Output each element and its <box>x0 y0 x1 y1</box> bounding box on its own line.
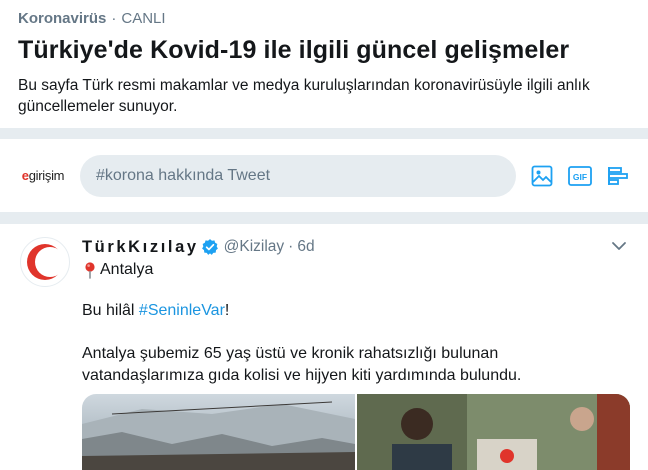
gif-icon-label: GIF <box>573 172 587 182</box>
page: Koronavirüs · CANLI Türkiye'de Kovid-19 … <box>0 0 648 470</box>
compose-toolbar: GIF <box>530 164 630 188</box>
verified-badge-icon <box>201 239 218 255</box>
tweet-location: Antalya <box>82 260 153 280</box>
page-description: Bu sayfa Türk resmi makamlar ve medya ku… <box>18 77 590 115</box>
tweet-avatar[interactable] <box>20 237 70 287</box>
poll-icon[interactable] <box>606 164 630 188</box>
tweet-media[interactable] <box>82 394 630 470</box>
header-separator: · <box>288 238 294 255</box>
tweet-header: TürkKızılay @Kizilay · 6d <box>82 236 315 258</box>
brand-logo-text: girişim <box>28 168 65 183</box>
tweet[interactable]: TürkKızılay @Kizilay · 6d Antalya Bu hil… <box>0 224 648 470</box>
tweet-input[interactable] <box>80 154 516 197</box>
gif-icon[interactable]: GIF <box>568 164 592 188</box>
chevron-down-icon[interactable] <box>610 237 628 255</box>
topic-label[interactable]: Koronavirüs <box>18 10 106 27</box>
brand-logo-initial: e <box>21 168 29 183</box>
tweet-text-line-2: Antalya şubemiz 65 yaş üstü ve kronik ra… <box>82 345 522 384</box>
tweet-photo-left[interactable] <box>82 394 355 470</box>
display-name[interactable]: TürkKızılay <box>82 238 199 257</box>
hashtag-link[interactable]: #SeninleVar <box>139 302 225 319</box>
location-pin-icon <box>85 262 95 279</box>
photo-volunteers-image <box>357 394 630 470</box>
tweet-text-suffix: ! <box>224 302 230 319</box>
location-label: Antalya <box>100 261 154 278</box>
live-status: CANLI <box>121 9 166 27</box>
crescent-logo-icon <box>27 244 65 280</box>
tweet-text-line-1: Bu hilâl #SeninleVar! <box>82 300 622 322</box>
image-icon[interactable] <box>530 164 554 188</box>
tweet-timestamp[interactable]: 6d <box>297 238 314 256</box>
topic-header: Koronavirüs · CANLI Türkiye'de Kovid-19 … <box>0 0 648 128</box>
topic-line: Koronavirüs · CANLI <box>18 8 630 28</box>
user-handle[interactable]: @Kizilay <box>224 238 285 256</box>
page-title: Türkiye'de Kovid-19 ile ilgili güncel ge… <box>18 36 570 64</box>
tweet-photo-right[interactable] <box>357 394 630 470</box>
compose-bar: egirişim GIF <box>0 139 648 212</box>
photo-rooftop-image <box>82 401 355 470</box>
brand-avatar[interactable]: e girişim <box>18 151 68 201</box>
tweet-text-prefix: Bu hilâl <box>82 302 139 319</box>
topic-separator: · <box>111 9 117 27</box>
